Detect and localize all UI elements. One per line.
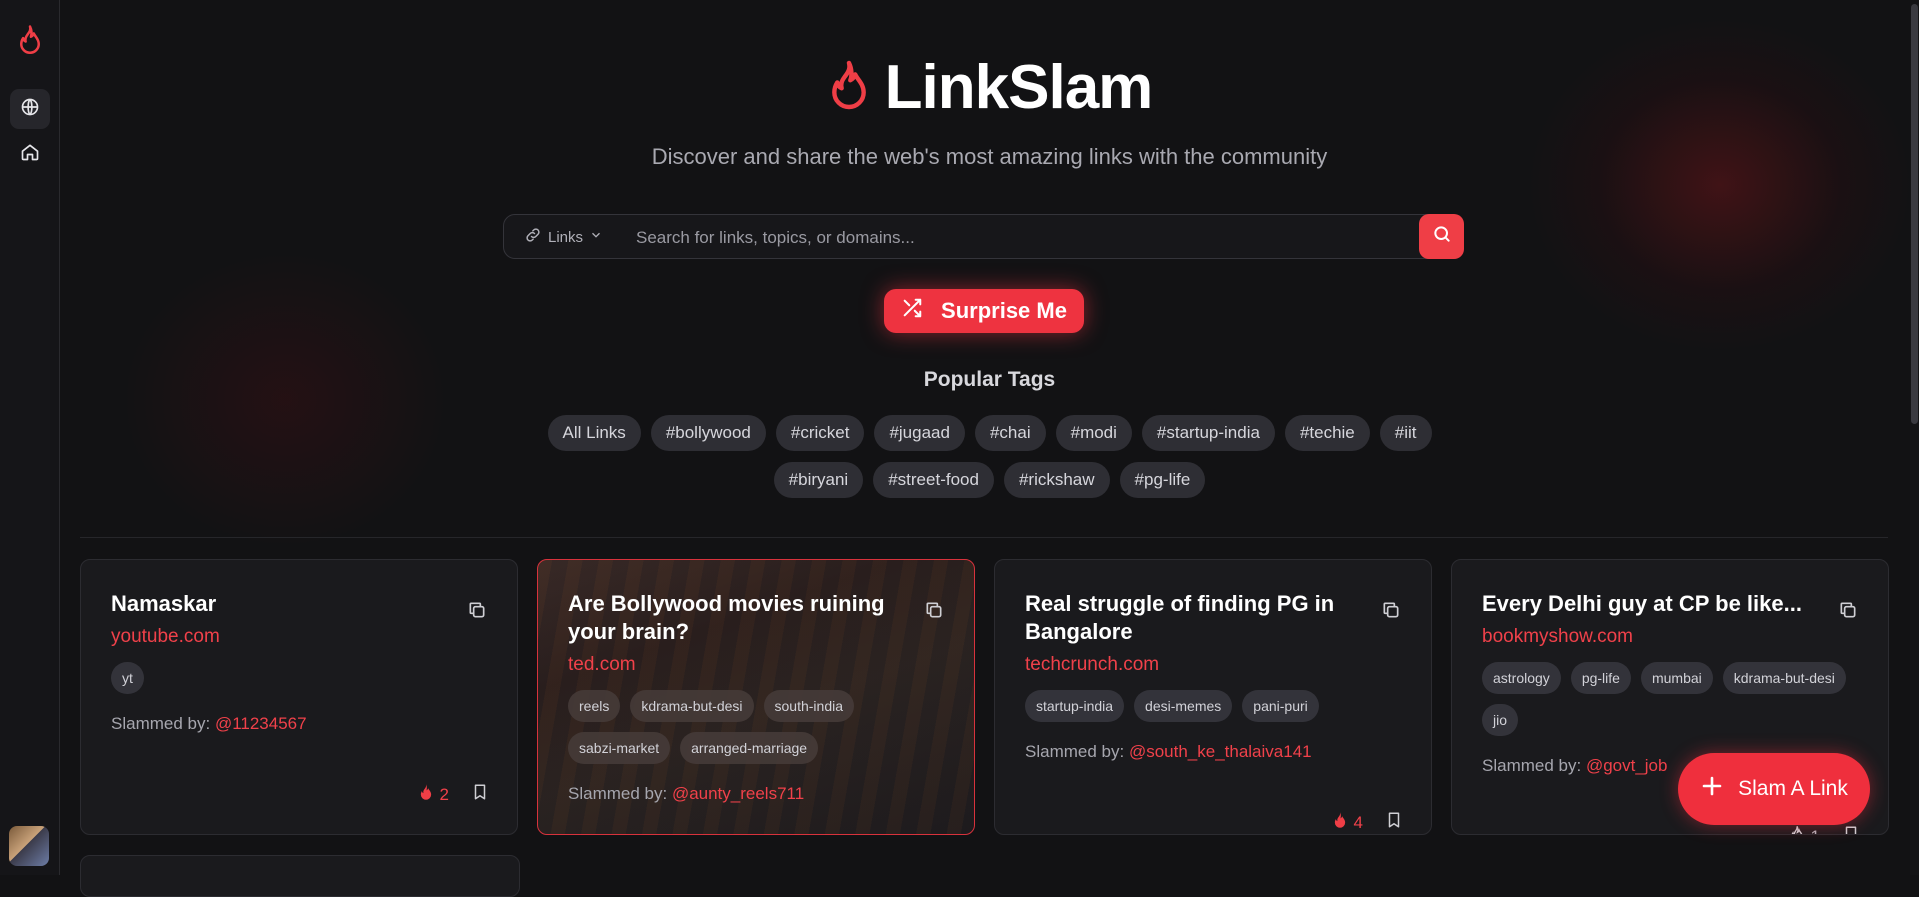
slammed-by-label: Slammed by: [1025, 742, 1129, 761]
tag-pill[interactable]: #jugaad [874, 415, 965, 451]
card-tags: reels kdrama-but-desi south-india sabzi-mar… [568, 690, 944, 764]
card-tags: startup-india desi-memes pani-puri [1025, 690, 1401, 722]
tag-pill[interactable]: #street-food [873, 462, 994, 498]
tag-pill[interactable]: #startup-india [1141, 415, 1275, 451]
card-tag[interactable]: kdrama-but-desi [1722, 662, 1846, 694]
card-user-link[interactable]: @govt_job [1586, 756, 1668, 775]
slam-a-link-button[interactable]: Slam A Link [1678, 753, 1870, 825]
link-card[interactable] [80, 855, 520, 897]
avatar[interactable] [9, 826, 49, 866]
tag-pill[interactable]: #biryani [773, 462, 864, 498]
card-user-link[interactable]: @11234567 [215, 714, 307, 733]
app-title: LinkSlam [884, 53, 1154, 122]
slammed-by-label: Slammed by: [568, 784, 672, 803]
card-tag[interactable]: south-india [763, 690, 855, 722]
surprise-me-button[interactable]: Surprise Me [884, 289, 1084, 333]
card-tag[interactable]: pani-puri [1242, 690, 1319, 722]
flame-icon [418, 783, 434, 806]
search-input[interactable] [634, 215, 1418, 260]
background-glow [120, 250, 450, 550]
sidebar-item-home[interactable] [10, 134, 50, 174]
link-card[interactable]: Real struggle of finding PG in Bangalore… [994, 559, 1432, 835]
tag-pill[interactable]: #chai [974, 415, 1046, 451]
subtitle: Discover and share the web's most amazin… [651, 144, 1328, 169]
scrollbar-thumb[interactable] [1911, 4, 1918, 424]
bookmark-icon[interactable] [1842, 824, 1860, 834]
slammed-by: Slammed by: @aunty_reels711 [568, 784, 944, 804]
search-type-label: Links [548, 228, 584, 246]
bookmark-icon[interactable] [471, 782, 489, 807]
plus-icon [1700, 774, 1724, 804]
slam-count-value: 4 [1353, 812, 1363, 832]
flame-icon [827, 59, 871, 116]
slammed-by: Slammed by: @11234567 [111, 714, 487, 734]
card-title[interactable]: Are Bollywood movies ruining your brain? [568, 590, 944, 646]
card-tag[interactable]: mumbai [1640, 662, 1713, 694]
card-tag[interactable]: reels [568, 690, 621, 722]
sidebar [0, 0, 60, 875]
slammed-by-label: Slammed by: [111, 714, 215, 733]
page-title: LinkSlam [0, 52, 1919, 123]
card-tag[interactable]: pg-life [1570, 662, 1631, 694]
card-tag[interactable]: kdrama-but-desi [630, 690, 754, 722]
card-tag[interactable]: desi-memes [1134, 690, 1233, 722]
card-footer: 1 [1789, 824, 1860, 835]
slammed-by-label: Slammed by: [1482, 756, 1586, 775]
search-bar: Links [503, 214, 1464, 260]
shuffle-icon [901, 297, 923, 325]
slam-a-link-label: Slam A Link [1738, 777, 1848, 800]
tag-pill[interactable]: #cricket [775, 415, 865, 451]
card-domain[interactable]: ted.com [568, 654, 944, 676]
tag-pill[interactable]: #modi [1055, 415, 1132, 451]
popular-tags-title: Popular Tags [923, 368, 1056, 391]
tag-pill[interactable]: #bollywood [650, 415, 766, 451]
slammed-by: Slammed by: @south_ke_thalaiva141 [1025, 742, 1401, 762]
card-tag[interactable]: startup-india [1025, 690, 1125, 722]
card-user-link[interactable]: @south_ke_thalaiva141 [1129, 742, 1312, 761]
tag-pill[interactable]: #pg-life [1119, 462, 1206, 498]
scrollbar[interactable] [1910, 0, 1919, 875]
card-tags: yt [111, 662, 487, 694]
chevron-down-icon [589, 228, 603, 246]
tag-pill[interactable]: #iit [1379, 415, 1432, 451]
card-tag[interactable]: sabzi-market [568, 732, 671, 764]
slam-count[interactable]: 2 [418, 783, 449, 806]
bookmark-icon[interactable] [1385, 810, 1403, 834]
slam-count-value: 1 [1811, 827, 1820, 835]
card-tag[interactable]: jio [1482, 704, 1519, 736]
search-button[interactable] [1419, 214, 1464, 259]
card-title[interactable]: Namaskar [111, 590, 487, 618]
card-footer: 2 [418, 782, 489, 807]
flame-icon[interactable] [15, 24, 45, 54]
tag-pill[interactable]: #rickshaw [1003, 462, 1110, 498]
search-type-dropdown[interactable]: Links [524, 226, 603, 248]
popular-tags-row: #biryani #street-food #rickshaw #pg-life [60, 462, 1919, 498]
card-tag[interactable]: arranged-marriage [680, 732, 819, 764]
slam-count-value: 2 [439, 784, 449, 804]
card-user-link[interactable]: @aunty_reels711 [672, 784, 804, 803]
search-icon [1432, 224, 1452, 249]
card-tag[interactable]: yt [111, 662, 144, 694]
flame-icon [1789, 825, 1805, 834]
link-icon [524, 226, 542, 248]
card-domain[interactable]: bookmyshow.com [1482, 626, 1858, 648]
card-title[interactable]: Real struggle of finding PG in Bangalore [1025, 590, 1401, 646]
home-icon [20, 142, 40, 167]
slam-count[interactable]: 4 [1332, 811, 1363, 834]
card-tags: astrology pg-life mumbai kdrama-but-desi jio [1482, 662, 1858, 736]
card-domain[interactable]: techcrunch.com [1025, 654, 1401, 676]
link-card[interactable]: Are Bollywood movies ruining your brain?… [537, 559, 975, 835]
card-tag[interactable]: astrology [1482, 662, 1561, 694]
card-title[interactable]: Every Delhi guy at CP be like... [1482, 590, 1858, 618]
divider [80, 537, 1888, 538]
card-domain[interactable]: youtube.com [111, 626, 487, 648]
slam-count[interactable]: 1 [1789, 825, 1820, 835]
link-card[interactable]: Namaskar youtube.com yt Slammed by: @112… [80, 559, 518, 835]
tag-pill[interactable]: All Links [547, 415, 641, 451]
popular-tags-row: All Links #bollywood #cricket #jugaad #chai #… [60, 415, 1919, 451]
flame-icon [1332, 811, 1348, 834]
tag-pill[interactable]: #techie [1284, 415, 1370, 451]
card-footer: 4 [1332, 810, 1403, 834]
surprise-me-label: Surprise Me [941, 298, 1067, 323]
